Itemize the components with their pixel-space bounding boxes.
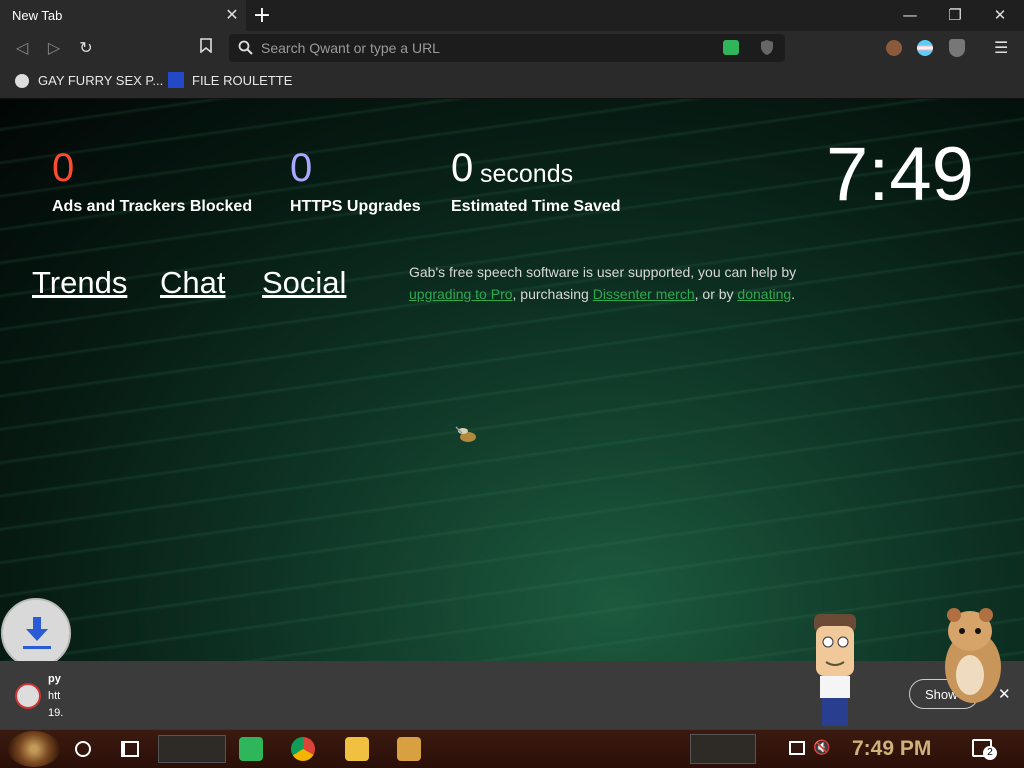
mf-icon [168, 72, 184, 88]
extension-icon[interactable] [886, 40, 902, 56]
file-icon [15, 683, 41, 709]
download-button[interactable] [1, 598, 71, 668]
bookmark-icon[interactable] [196, 38, 216, 57]
gab-text-2: , purchasing [512, 286, 593, 302]
running-app-slot[interactable] [690, 734, 756, 764]
bookmarks-bar: GAY FURRY SEX P... FILE ROULETTE [0, 65, 1024, 99]
tab-close-icon[interactable]: ✕ [224, 5, 240, 24]
link-dissenter-merch[interactable]: Dissenter merch [593, 286, 695, 302]
forward-icon[interactable]: ▷ [44, 38, 64, 57]
toolbar: ◁ ▷ ↻ ☰ [0, 31, 1024, 65]
network-icon[interactable] [789, 741, 805, 755]
search-input[interactable] [261, 39, 701, 57]
speech-bubble-icon[interactable] [723, 40, 739, 55]
search-box[interactable] [158, 735, 226, 763]
hamster-desktop-pet[interactable] [940, 605, 1006, 705]
link-upgrade-pro[interactable]: upgrading to Pro [409, 286, 513, 302]
cortana-icon[interactable] [75, 741, 91, 757]
menu-icon[interactable]: ☰ [994, 38, 1008, 57]
link-chat[interactable]: Chat [160, 265, 225, 301]
start-button-icon[interactable] [8, 731, 60, 767]
hank-hill-desktop-pet[interactable] [810, 612, 860, 728]
chat-app-icon[interactable] [239, 737, 263, 761]
notification-icon[interactable]: 2 [972, 739, 997, 760]
notification-count: 2 [983, 746, 997, 760]
bee-cursor-icon [454, 425, 480, 447]
gab-support-message: Gab's free speech software is user suppo… [409, 261, 809, 305]
volume-muted-icon[interactable]: 🔇 [813, 740, 830, 756]
tab-title: New Tab [12, 8, 63, 23]
ads-blocked-count: 0 [52, 146, 75, 190]
back-icon[interactable]: ◁ [12, 38, 32, 57]
download-filename: py [48, 673, 61, 685]
clock: 7:49 [826, 132, 974, 217]
tab-bar: New Tab ✕ + — ❐ ✕ [0, 0, 1024, 31]
ads-blocked-label: Ads and Trackers Blocked [52, 198, 253, 215]
new-tab-button[interactable]: + [252, 3, 272, 28]
link-trends[interactable]: Trends [32, 265, 127, 301]
link-social[interactable]: Social [262, 265, 346, 301]
https-upgrades-count: 0 [290, 146, 313, 190]
tab-new-tab[interactable]: New Tab ✕ [0, 0, 246, 31]
reload-icon[interactable]: ↻ [76, 38, 96, 57]
task-view-icon[interactable] [121, 741, 139, 757]
download-size: 19. [48, 707, 64, 719]
time-saved-label: Estimated Time Saved [451, 198, 621, 215]
ublock-icon[interactable] [949, 39, 965, 57]
taskbar-clock[interactable]: 7:49 PM [852, 737, 931, 761]
shield-icon[interactable] [760, 39, 774, 60]
taskbar: 🔇 7:49 PM 2 [0, 729, 1024, 768]
game-app-icon[interactable] [397, 737, 421, 761]
bookmark-file-roulette[interactable]: FILE ROULETTE [192, 73, 292, 88]
pride-flag-icon[interactable] [917, 40, 933, 56]
gab-text-3: , or by [694, 286, 738, 302]
download-shelf: py htt 19. Show ✕ [0, 661, 1024, 729]
download-icon [22, 617, 52, 655]
download-url: htt [48, 690, 61, 702]
time-saved-count: 0 [451, 146, 474, 190]
search-icon [238, 40, 253, 59]
close-window-button[interactable]: ✕ [988, 6, 1012, 24]
gab-text-4: . [791, 286, 796, 302]
download-item[interactable]: py htt 19. [48, 671, 64, 725]
https-upgrades-label: HTTPS Upgrades [290, 198, 421, 215]
file-explorer-icon[interactable] [345, 737, 369, 761]
restore-button[interactable]: ❐ [943, 6, 967, 24]
globe-icon [15, 74, 29, 88]
minimize-button[interactable]: — [898, 6, 922, 24]
new-tab-page: 0 Ads and Trackers Blocked 0 HTTPS Upgra… [0, 99, 1024, 661]
link-donating[interactable]: donating [737, 286, 791, 302]
gab-text-1: Gab's free speech software is user suppo… [409, 264, 797, 280]
time-saved-unit: seconds [480, 160, 574, 188]
chrome-icon[interactable] [291, 737, 315, 761]
url-bar[interactable] [229, 34, 785, 62]
bookmark-gay-furry[interactable]: GAY FURRY SEX P... [38, 73, 163, 88]
